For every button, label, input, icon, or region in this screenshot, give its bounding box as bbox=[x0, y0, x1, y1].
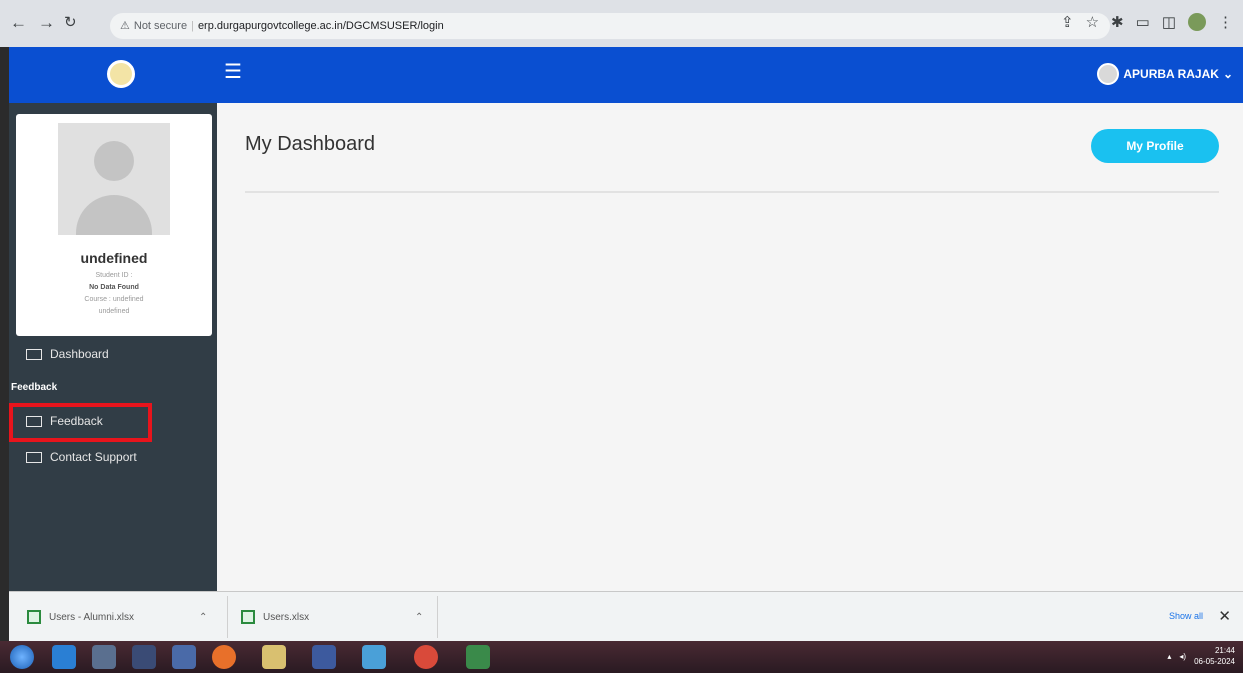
profile-card: undefined Student ID : No Data Found Cou… bbox=[16, 114, 212, 336]
browser-extension-icons: ⇪ ☆ ✱ ▭ ◫ ⋮ bbox=[1061, 13, 1233, 31]
bookmark-star-icon[interactable]: ☆ bbox=[1086, 13, 1099, 31]
download-separator bbox=[437, 596, 438, 638]
forward-icon[interactable]: → bbox=[38, 13, 55, 33]
excel-file-icon bbox=[241, 610, 255, 624]
tray-arrow-icon[interactable]: ▴ bbox=[1167, 652, 1171, 661]
excel-icon[interactable] bbox=[466, 645, 490, 669]
internet-explorer-icon[interactable] bbox=[52, 645, 76, 669]
cast-icon[interactable]: ▭ bbox=[1136, 13, 1150, 31]
chrome-icon[interactable] bbox=[414, 645, 438, 669]
security-label: Not secure bbox=[133, 20, 188, 32]
downloads-bar: Users - Alumni.xlsx ⌃ Users.xlsx ⌃ Show … bbox=[9, 591, 1243, 641]
sidebar-item-dashboard[interactable]: Dashboard bbox=[26, 347, 109, 361]
browser-menu-icon[interactable]: ⋮ bbox=[1218, 13, 1233, 31]
sidepanel-icon[interactable]: ◫ bbox=[1162, 13, 1176, 31]
main-content: My Dashboard My Profile bbox=[217, 103, 1243, 591]
sidebar-item-label: Dashboard bbox=[50, 347, 109, 361]
volume-icon[interactable]: ◂) bbox=[1179, 652, 1186, 661]
back-icon[interactable]: ← bbox=[10, 13, 27, 33]
user-name: APURBA RAJAK bbox=[1123, 67, 1219, 81]
browser-toolbar: ← → ↻ ⚠ Not secure | erp.durgapurgovtcolleg… bbox=[0, 0, 1243, 47]
system-tray: ▴ ◂) 21:44 06-05-2024 bbox=[1167, 645, 1235, 667]
window-icon bbox=[26, 348, 42, 360]
excel-file-icon bbox=[27, 610, 41, 624]
download-item[interactable]: Users.xlsx ⌃ bbox=[241, 592, 436, 642]
app-header: ☰ APURBA RAJAK ⌄ bbox=[9, 47, 1243, 103]
clock-time: 21:44 bbox=[1214, 646, 1235, 655]
my-profile-button[interactable]: My Profile bbox=[1091, 129, 1219, 163]
media-app-icon[interactable] bbox=[132, 645, 156, 669]
file-explorer-icon[interactable] bbox=[92, 645, 116, 669]
app-icon[interactable] bbox=[362, 645, 386, 669]
divider bbox=[245, 191, 1219, 193]
user-avatar bbox=[1097, 63, 1120, 85]
share-icon[interactable]: ⇪ bbox=[1061, 13, 1074, 31]
college-logo[interactable] bbox=[107, 60, 135, 88]
download-item[interactable]: Users - Alumni.xlsx ⌃ bbox=[27, 592, 222, 642]
address-bar[interactable]: ⚠ Not secure | erp.durgapurgovtcollege.ac.i… bbox=[110, 13, 1110, 39]
folder-icon[interactable] bbox=[262, 645, 286, 669]
browser-profile-avatar[interactable] bbox=[1188, 13, 1206, 31]
download-filename: Users - Alumni.xlsx bbox=[49, 611, 135, 623]
sidebar-item-contact-support[interactable]: Contact Support bbox=[26, 450, 137, 464]
sidebar-item-label: Contact Support bbox=[50, 450, 137, 464]
no-data-text: No Data Found bbox=[89, 284, 139, 291]
sidebar: undefined Student ID : No Data Found Cou… bbox=[9, 103, 217, 591]
chevron-up-icon[interactable]: ⌃ bbox=[415, 612, 423, 623]
os-taskbar: ▴ ◂) 21:44 06-05-2024 bbox=[0, 641, 1243, 673]
page-title: My Dashboard bbox=[245, 133, 376, 155]
start-button-icon[interactable] bbox=[10, 645, 34, 669]
profile-name: undefined bbox=[80, 250, 148, 266]
chevron-up-icon[interactable]: ⌃ bbox=[199, 612, 207, 623]
user-menu[interactable]: APURBA RAJAK ⌄ bbox=[1097, 63, 1233, 85]
url-text: erp.durgapurgovtcollege.ac.in/DGCMSUSER/… bbox=[197, 20, 444, 32]
annotation-highlight-box bbox=[9, 403, 152, 442]
clock[interactable]: 21:44 06-05-2024 bbox=[1194, 645, 1235, 667]
download-separator bbox=[227, 596, 228, 638]
course-label: Course : undefined bbox=[84, 296, 144, 303]
course-value: undefined bbox=[98, 308, 130, 315]
firefox-icon[interactable] bbox=[212, 645, 236, 669]
profile-placeholder-avatar bbox=[58, 123, 170, 235]
clock-date: 06-05-2024 bbox=[1194, 657, 1235, 666]
word-icon[interactable] bbox=[312, 645, 336, 669]
url-separator: | bbox=[191, 20, 194, 32]
warning-icon: ⚠ bbox=[120, 20, 130, 32]
sidebar-section-heading: Feedback bbox=[11, 382, 58, 393]
extensions-puzzle-icon[interactable]: ✱ bbox=[1111, 13, 1124, 31]
reload-icon[interactable]: ↻ bbox=[64, 13, 77, 31]
chevron-down-icon: ⌄ bbox=[1222, 67, 1233, 81]
hamburger-menu-icon[interactable]: ☰ bbox=[224, 62, 242, 82]
download-filename: Users.xlsx bbox=[263, 611, 310, 623]
student-id-label: Student ID : bbox=[95, 272, 133, 279]
window-icon bbox=[26, 451, 42, 463]
show-all-link[interactable]: Show all bbox=[1169, 611, 1203, 621]
close-icon[interactable]: ✕ bbox=[1218, 607, 1231, 625]
media-player-icon[interactable] bbox=[172, 645, 196, 669]
